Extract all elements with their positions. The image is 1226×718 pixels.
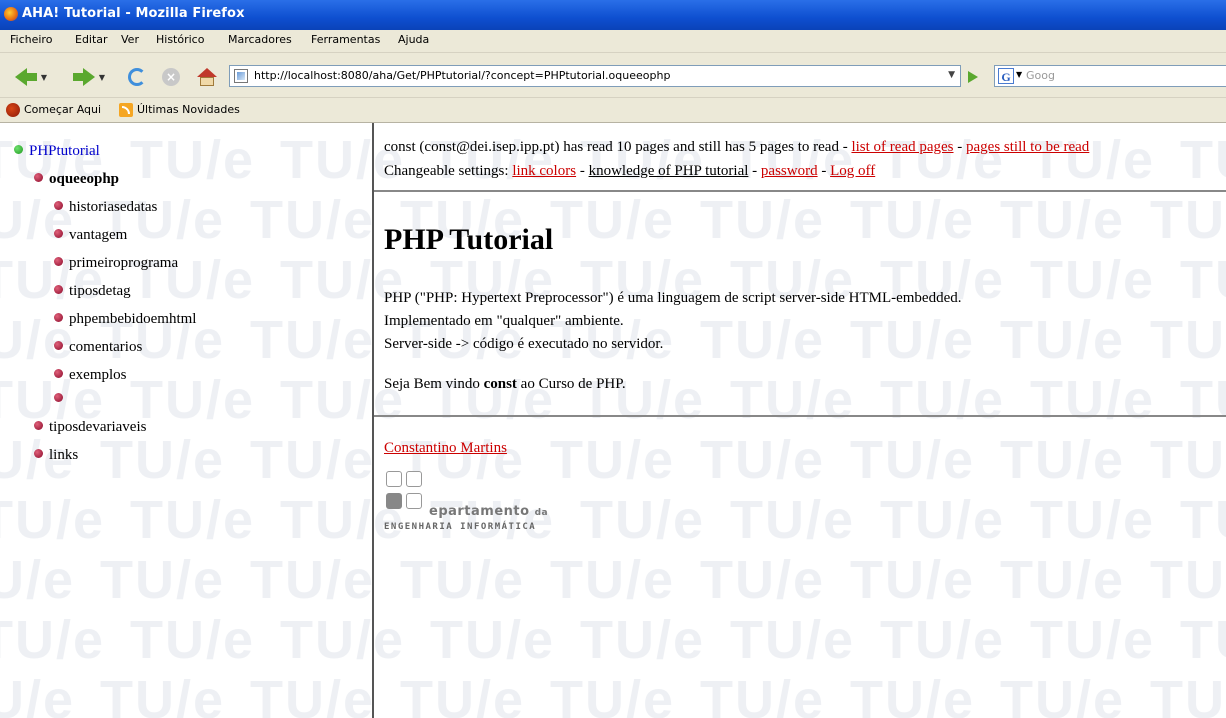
- page-content: TU/eTU/eTU/eTU/eTU/eTU/eTU/eTU/eTU/eTU/e…: [0, 123, 1226, 718]
- red-bullet-icon: [54, 257, 63, 266]
- read-pages-link[interactable]: list of read pages: [851, 139, 953, 155]
- google-icon[interactable]: G: [998, 68, 1014, 84]
- tree-item-child[interactable]: phpembebidoemhtml: [54, 311, 196, 328]
- author-line: Constantino Martins: [384, 440, 507, 457]
- menu-ficheiro[interactable]: Ficheiro: [10, 33, 52, 46]
- red-bullet-icon: [54, 393, 63, 402]
- tree-item-child[interactable]: comentarios: [54, 339, 142, 356]
- red-bullet-icon: [54, 201, 63, 210]
- paragraph-line: PHP ("PHP: Hypertext Preprocessor") é um…: [384, 290, 962, 306]
- tree-item-child[interactable]: historiasedatas: [54, 199, 157, 216]
- red-bullet-icon: [54, 341, 63, 350]
- chevron-down-icon[interactable]: ▼: [948, 70, 955, 80]
- department-logo: epartamento da ENGENHARIA INFORMÁTICA: [384, 471, 574, 535]
- knowledge-link[interactable]: knowledge of PHP tutorial: [589, 163, 749, 179]
- menu-ver[interactable]: Ver: [121, 33, 139, 46]
- red-bullet-icon: [54, 285, 63, 294]
- back-arrow-icon: [14, 68, 27, 86]
- chevron-down-icon[interactable]: ▼: [99, 73, 105, 82]
- tree-item-current: oqueeophp: [34, 171, 119, 188]
- tree-item-root[interactable]: PHPtutorial: [14, 143, 100, 160]
- welcome-line: Seja Bem vindo const ao Curso de PHP.: [384, 376, 626, 392]
- unread-pages-link[interactable]: pages still to be read: [966, 139, 1089, 155]
- concept-tree: PHPtutorial oqueeophp historiasedatas va…: [8, 123, 372, 718]
- menu-ferramentas[interactable]: Ferramentas: [311, 33, 380, 46]
- red-bullet-icon: [34, 173, 43, 182]
- reload-button[interactable]: [124, 65, 150, 89]
- frame-divider[interactable]: [372, 123, 374, 718]
- go-icon[interactable]: [968, 71, 978, 83]
- menu-historico[interactable]: Histórico: [156, 33, 204, 46]
- menu-marcadores[interactable]: Marcadores: [228, 33, 292, 46]
- red-bullet-icon: [54, 369, 63, 378]
- chevron-down-icon[interactable]: ▼: [41, 73, 47, 82]
- tree-item-child[interactable]: [54, 391, 69, 408]
- tree-item-child[interactable]: vantagem: [54, 227, 127, 244]
- green-bullet-icon: [14, 145, 23, 154]
- address-bar[interactable]: http://localhost:8080/aha/Get/PHPtutoria…: [229, 65, 961, 87]
- tree-item-sibling[interactable]: links: [34, 447, 78, 464]
- menu-editar[interactable]: Editar: [75, 33, 108, 46]
- red-bullet-icon: [54, 229, 63, 238]
- bookmarks-toolbar: Começar Aqui Últimas Novidades: [0, 98, 1226, 123]
- red-bullet-icon: [34, 449, 43, 458]
- back-button[interactable]: ▼: [8, 65, 54, 89]
- page-icon: [234, 69, 248, 83]
- page-title: PHP Tutorial: [384, 223, 554, 256]
- paragraph-line: Server-side -> código é executado no ser…: [384, 336, 664, 352]
- home-button[interactable]: [194, 65, 220, 89]
- bookmark-ultimas-novidades[interactable]: Últimas Novidades: [137, 103, 240, 116]
- reload-icon: [128, 68, 146, 86]
- tree-item-child[interactable]: tiposdetag: [54, 283, 131, 300]
- address-url[interactable]: http://localhost:8080/aha/Get/PHPtutoria…: [254, 69, 670, 82]
- logo-department-text: epartamento da: [429, 504, 549, 519]
- chevron-down-icon[interactable]: ▼: [1016, 70, 1022, 79]
- firefox-icon: [4, 7, 18, 21]
- browser-window: AHA! Tutorial - Mozilla Firefox Ficheiro…: [0, 0, 1226, 718]
- stop-icon: ×: [162, 68, 180, 86]
- search-box[interactable]: G ▼ Goog: [994, 65, 1226, 87]
- tree-item-child[interactable]: exemplos: [54, 367, 127, 384]
- tree-item-sibling[interactable]: tiposdevariaveis: [34, 419, 146, 436]
- author-link[interactable]: Constantino Martins: [384, 440, 507, 456]
- firefox-icon: [6, 103, 20, 117]
- rss-icon: [119, 103, 133, 117]
- reading-status: const (const@dei.isep.ipp.pt) has read 1…: [384, 139, 1090, 155]
- bookmark-comecar-aqui[interactable]: Começar Aqui: [24, 103, 101, 116]
- settings-line: Changeable settings: link colors - knowl…: [384, 163, 876, 179]
- red-bullet-icon: [34, 421, 43, 430]
- search-input[interactable]: Goog: [1026, 69, 1055, 82]
- link-colors-link[interactable]: link colors: [512, 163, 576, 179]
- navigation-toolbar: ▼ ▼ × http://localhost:8080/aha/Get/PHPt…: [0, 53, 1226, 98]
- home-icon: [197, 68, 217, 86]
- menu-ajuda[interactable]: Ajuda: [398, 33, 429, 46]
- menu-bar: Ficheiro Editar Ver Histórico Marcadores…: [0, 30, 1226, 53]
- forward-button[interactable]: ▼: [66, 65, 112, 89]
- window-title: AHA! Tutorial - Mozilla Firefox: [22, 6, 245, 21]
- tree-item-child[interactable]: primeiroprograma: [54, 255, 178, 272]
- logo-engineering-text: ENGENHARIA INFORMÁTICA: [384, 522, 537, 532]
- red-bullet-icon: [54, 313, 63, 322]
- main-frame: const (const@dei.isep.ipp.pt) has read 1…: [384, 123, 1226, 718]
- forward-arrow-icon: [82, 68, 95, 86]
- logoff-link[interactable]: Log off: [830, 163, 875, 179]
- stop-button[interactable]: ×: [158, 65, 184, 89]
- password-link[interactable]: password: [761, 163, 818, 179]
- title-bar: AHA! Tutorial - Mozilla Firefox: [0, 0, 1226, 30]
- paragraph-line: Implementado em "qualquer" ambiente.: [384, 313, 624, 329]
